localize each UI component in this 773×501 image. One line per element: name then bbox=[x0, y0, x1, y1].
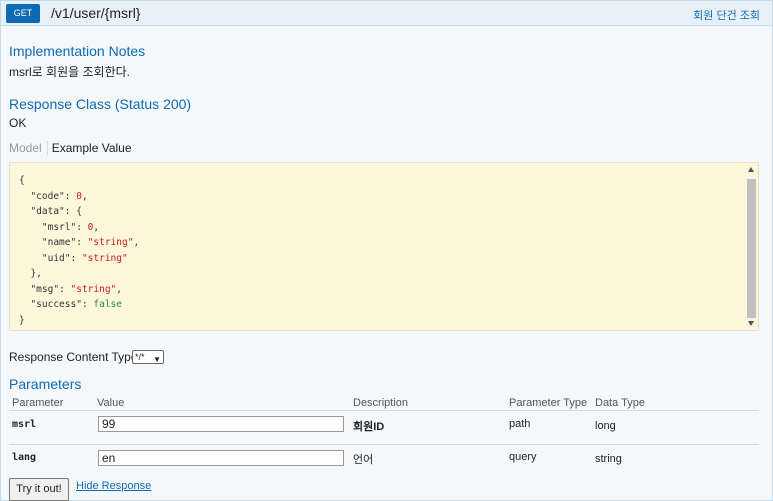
data-type-lang: string bbox=[595, 453, 622, 465]
hide-response-link[interactable]: Hide Response bbox=[76, 480, 151, 492]
column-header-parameter-type: Parameter Type bbox=[509, 397, 588, 409]
response-content-type-select[interactable]: */* ▼ bbox=[132, 350, 164, 364]
param-name-lang: lang bbox=[12, 452, 37, 463]
chevron-down-icon: ▼ bbox=[153, 355, 161, 364]
operation-summary[interactable]: 회원 단건 조회 bbox=[693, 7, 760, 23]
column-header-data-type: Data Type bbox=[595, 397, 645, 409]
parameters-heading: Parameters bbox=[9, 376, 82, 392]
scroll-up-arrow-icon[interactable] bbox=[748, 167, 754, 172]
param-type-lang: query bbox=[509, 451, 537, 463]
example-json: { "code": 0, "data": { "msrl": 0, "name"… bbox=[19, 175, 140, 326]
response-class-text: OK bbox=[9, 116, 27, 130]
endpoint-path[interactable]: /v1/user/{msrl} bbox=[51, 5, 140, 21]
lang-value-input[interactable]: en bbox=[98, 450, 344, 466]
param-type-msrl: path bbox=[509, 418, 531, 430]
param-name-msrl: msrl bbox=[12, 419, 37, 430]
column-header-parameter: Parameter bbox=[12, 397, 64, 409]
scroll-down-arrow-icon[interactable] bbox=[748, 321, 754, 326]
msrl-value-input[interactable]: 99 bbox=[98, 416, 344, 432]
data-type-msrl: long bbox=[595, 420, 616, 432]
response-content-type-label: Response Content Type bbox=[9, 350, 138, 364]
param-description-msrl: 회원ID bbox=[353, 421, 385, 433]
table-header-divider bbox=[9, 410, 759, 411]
tab-example-value[interactable]: Example Value bbox=[48, 141, 132, 155]
tab-model[interactable]: Model bbox=[9, 141, 48, 155]
column-header-value: Value bbox=[97, 397, 125, 409]
vertical-scrollbar[interactable] bbox=[747, 167, 756, 328]
column-header-description: Description bbox=[353, 397, 409, 409]
operation-panel: GET /v1/user/{msrl} 회원 단건 조회 Implementat… bbox=[0, 0, 773, 501]
example-value-box[interactable]: { "code": 0, "data": { "msrl": 0, "name"… bbox=[9, 162, 759, 331]
param-description-lang: 언어 bbox=[353, 454, 374, 466]
implementation-notes-heading: Implementation Notes bbox=[9, 43, 146, 59]
http-method-badge[interactable]: GET bbox=[6, 4, 40, 23]
try-it-out-button[interactable]: Try it out! bbox=[9, 478, 69, 501]
select-value: */* bbox=[135, 352, 145, 362]
implementation-notes-text: msrl로 회원을 조회한다. bbox=[9, 65, 130, 79]
scrollbar-thumb[interactable] bbox=[747, 179, 756, 318]
model-tabs: Model Example Value bbox=[9, 141, 132, 155]
response-class-heading: Response Class (Status 200) bbox=[9, 96, 192, 112]
operation-header[interactable]: GET /v1/user/{msrl} 회원 단건 조회 bbox=[1, 1, 772, 26]
table-row-divider bbox=[9, 444, 759, 445]
